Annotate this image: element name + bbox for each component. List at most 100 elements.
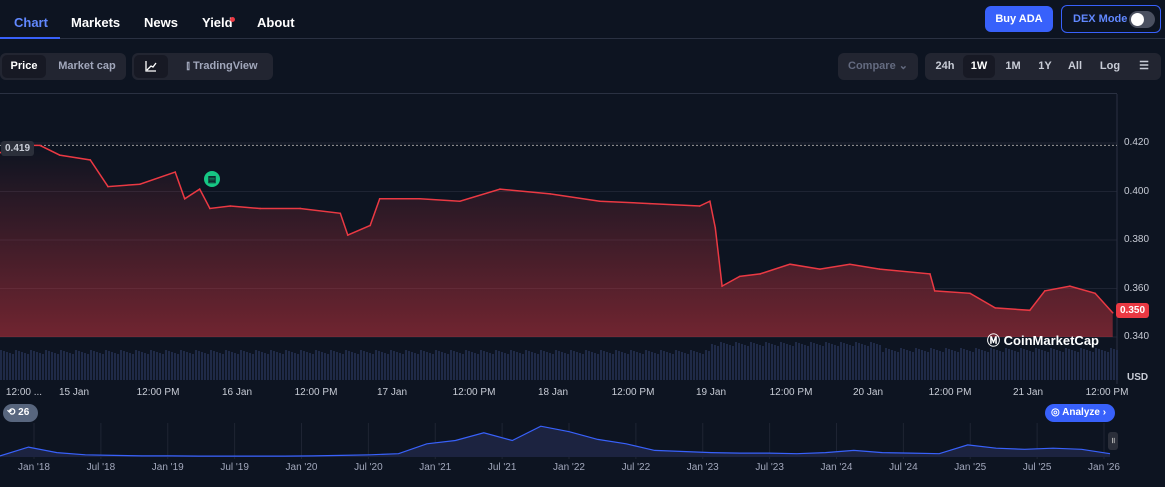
market-cap-button[interactable]: Market cap bbox=[50, 53, 124, 80]
volume-bar bbox=[945, 348, 947, 380]
buy-ada-button[interactable]: Buy ADA bbox=[985, 6, 1053, 32]
volume-bar bbox=[162, 354, 164, 380]
volume-bar bbox=[45, 350, 47, 380]
volume-bar bbox=[366, 352, 368, 380]
price-point bbox=[418, 197, 421, 200]
analyze-button[interactable]: ◎ Analyze › bbox=[1045, 404, 1115, 422]
volume-bar bbox=[255, 350, 257, 380]
log-toggle[interactable]: Log bbox=[1095, 53, 1125, 80]
volume-bar bbox=[129, 353, 131, 380]
volume-bar bbox=[1026, 350, 1028, 380]
volume-bar bbox=[108, 351, 110, 380]
volume-bar bbox=[453, 351, 455, 380]
navigator-handle[interactable]: ॥ bbox=[1108, 432, 1118, 450]
tab-about[interactable]: About bbox=[257, 15, 295, 30]
tab-yield[interactable]: Yield bbox=[202, 15, 233, 30]
volume-bar bbox=[870, 342, 872, 380]
price-point bbox=[39, 144, 41, 147]
range-24h[interactable]: 24h bbox=[929, 53, 961, 80]
volume-bar bbox=[603, 351, 605, 380]
x-tick-label: 12:00 PM bbox=[769, 387, 813, 398]
volume-bar bbox=[612, 354, 614, 380]
volume-bar bbox=[174, 353, 176, 380]
volume-bar bbox=[1068, 349, 1070, 380]
chart-type-switch: ⫾ TradingView bbox=[132, 53, 273, 80]
price-area bbox=[0, 145, 1113, 337]
volume-bar bbox=[114, 353, 116, 380]
range-all[interactable]: All bbox=[1059, 53, 1091, 80]
navigator-chart[interactable] bbox=[0, 423, 1120, 459]
price-point bbox=[649, 202, 651, 205]
volume-bar bbox=[831, 344, 833, 380]
price-point bbox=[369, 224, 371, 227]
price-point bbox=[819, 268, 821, 270]
volume-bar bbox=[558, 351, 560, 380]
volume-bar bbox=[867, 346, 869, 380]
volume-bar bbox=[690, 350, 692, 380]
volume-bar bbox=[378, 351, 380, 380]
volume-bar bbox=[852, 346, 854, 380]
price-button[interactable]: Price bbox=[2, 55, 46, 78]
volume-bar bbox=[384, 353, 386, 380]
news-event-icon[interactable]: ▤ bbox=[204, 171, 220, 187]
volume-bar bbox=[102, 354, 104, 380]
compare-dropdown[interactable]: Compare ⌄ bbox=[838, 53, 918, 80]
volume-bar bbox=[897, 352, 899, 380]
toggle-switch[interactable] bbox=[1129, 11, 1155, 28]
volume-bar bbox=[372, 354, 374, 380]
price-point bbox=[994, 307, 996, 309]
volume-bar bbox=[495, 350, 497, 380]
volume-bar bbox=[1107, 352, 1109, 380]
volume-bar bbox=[705, 350, 707, 380]
volume-bar bbox=[1095, 348, 1097, 380]
volume-bar bbox=[699, 353, 701, 380]
volume-bar bbox=[729, 345, 731, 380]
volume-bar bbox=[912, 352, 914, 380]
volume-bar bbox=[801, 344, 803, 380]
volume-bar bbox=[714, 345, 716, 380]
volume-bar bbox=[81, 352, 83, 380]
volume-bar bbox=[879, 345, 881, 380]
volume-bar bbox=[561, 352, 563, 380]
volume-bar bbox=[351, 352, 353, 380]
volume-bar bbox=[939, 351, 941, 380]
volume-bar bbox=[735, 342, 737, 380]
price-point bbox=[58, 154, 61, 156]
volume-bar bbox=[93, 351, 95, 380]
price-point bbox=[139, 183, 141, 186]
range-1m[interactable]: 1M bbox=[997, 53, 1029, 80]
navigator-tick-label: Jul '24 bbox=[889, 462, 918, 473]
volume-bar bbox=[261, 352, 263, 380]
volume-bar bbox=[12, 354, 14, 380]
tab-news[interactable]: News bbox=[144, 15, 178, 30]
line-chart-icon bbox=[145, 61, 157, 72]
tradingview-button[interactable]: ⫾ TradingView bbox=[172, 53, 272, 80]
volume-bar bbox=[1017, 352, 1019, 380]
volume-bar bbox=[969, 351, 971, 380]
volume-bar bbox=[963, 349, 965, 380]
volume-bar bbox=[246, 352, 248, 380]
volume-bar bbox=[9, 353, 11, 380]
volume-bar bbox=[150, 350, 152, 380]
x-tick-label: 12:00 PM bbox=[611, 387, 655, 398]
range-1w[interactable]: 1W bbox=[963, 55, 995, 78]
tab-chart[interactable]: Chart bbox=[14, 15, 48, 30]
volume-bar bbox=[180, 350, 182, 380]
dex-mode-toggle[interactable]: DEX Mode bbox=[1061, 5, 1161, 33]
volume-bar bbox=[552, 354, 554, 380]
volume-bar bbox=[336, 352, 338, 380]
range-1y[interactable]: 1Y bbox=[1029, 53, 1061, 80]
price-point bbox=[738, 275, 741, 278]
volume-bar bbox=[834, 345, 836, 380]
tab-markets[interactable]: Markets bbox=[71, 15, 120, 30]
price-point bbox=[1111, 311, 1114, 314]
volume-bar bbox=[288, 351, 290, 380]
volume-bar bbox=[99, 353, 101, 380]
volume-bar bbox=[72, 354, 74, 380]
volume-bar bbox=[774, 345, 776, 380]
settings-sliders-icon[interactable]: ☰ bbox=[1131, 53, 1157, 80]
history-button[interactable]: ⟲ 26 bbox=[3, 404, 38, 422]
line-chart-button[interactable] bbox=[134, 55, 168, 78]
volume-bar bbox=[909, 351, 911, 380]
volume-bar bbox=[957, 352, 959, 380]
